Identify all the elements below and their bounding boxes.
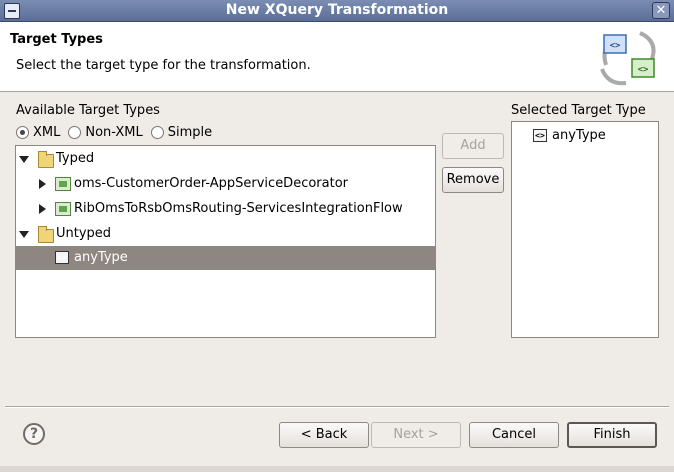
selected-target-type-label: Selected Target Type xyxy=(511,103,646,118)
tree-node-untyped[interactable]: Untyped xyxy=(16,222,435,246)
window-bottom-edge xyxy=(0,466,674,472)
page-description: Select the target type for the transform… xyxy=(16,58,311,73)
xquery-transformation-icon: <> <> xyxy=(600,31,656,86)
remove-button[interactable]: Remove xyxy=(442,167,504,193)
type-icon: <> xyxy=(533,129,547,142)
expand-icon[interactable] xyxy=(39,179,46,189)
radio-simple-label: Simple xyxy=(167,124,213,140)
collapse-icon[interactable] xyxy=(19,231,29,238)
radio-xml-label: XML xyxy=(33,124,61,140)
tree-node-label: anyType xyxy=(74,250,128,265)
svg-text:<>: <> xyxy=(610,41,621,51)
list-item[interactable]: <> anyType xyxy=(512,124,658,148)
svg-text:<>: <> xyxy=(638,65,649,75)
finish-button[interactable]: Finish xyxy=(567,422,657,448)
collapse-icon[interactable] xyxy=(19,156,29,163)
help-icon[interactable]: ? xyxy=(23,423,45,445)
tree-node-typed[interactable]: Typed xyxy=(16,147,435,171)
radio-non-xml-indicator[interactable] xyxy=(68,125,82,139)
target-kind-radio-group: XML Non-XML Simple xyxy=(16,123,220,141)
page-title: Target Types xyxy=(10,32,103,47)
tree-node-label: oms-CustomerOrder-AppServiceDecorator xyxy=(74,176,349,191)
tree-node-label: Typed xyxy=(56,151,95,166)
radio-xml-indicator[interactable] xyxy=(16,125,29,139)
list-item-label: anyType xyxy=(552,128,606,143)
type-icon: <> xyxy=(55,251,69,264)
tree-node-label: Untyped xyxy=(56,226,112,241)
expand-icon[interactable] xyxy=(39,204,46,214)
next-button[interactable]: Next > xyxy=(371,422,461,448)
window-title: New XQuery Transformation xyxy=(225,2,449,18)
separator xyxy=(5,406,669,408)
title-bar: New XQuery Transformation ✕ xyxy=(0,0,674,22)
selected-types-list[interactable]: <> anyType xyxy=(511,121,659,338)
tree-node-schema[interactable]: oms-CustomerOrder-AppServiceDecorator xyxy=(16,172,435,196)
add-button[interactable]: Add xyxy=(442,133,504,159)
radio-simple[interactable]: Simple xyxy=(150,124,213,140)
close-icon[interactable]: ✕ xyxy=(652,2,670,19)
back-button[interactable]: < Back xyxy=(279,422,369,448)
radio-simple-indicator[interactable] xyxy=(150,125,164,139)
wizard-header: Target Types Select the target type for … xyxy=(0,22,674,92)
radio-non-xml[interactable]: Non-XML xyxy=(68,124,143,140)
schema-icon xyxy=(55,177,71,191)
folder-icon xyxy=(38,226,54,243)
tree-node-schema[interactable]: RibOmsToRsbOmsRouting-ServicesIntegratio… xyxy=(16,197,435,221)
tree-node-label: RibOmsToRsbOmsRouting-ServicesIntegratio… xyxy=(74,201,403,216)
schema-icon xyxy=(55,202,71,216)
radio-xml[interactable]: XML xyxy=(16,125,60,140)
folder-icon xyxy=(38,151,54,168)
cancel-button[interactable]: Cancel xyxy=(469,422,559,448)
available-types-tree[interactable]: Typed oms-CustomerOrder-AppServiceDecora… xyxy=(15,145,436,338)
tree-node-anytype[interactable]: <> anyType xyxy=(16,246,435,270)
radio-non-xml-label: Non-XML xyxy=(85,124,143,140)
available-target-types-label: Available Target Types xyxy=(16,103,160,118)
